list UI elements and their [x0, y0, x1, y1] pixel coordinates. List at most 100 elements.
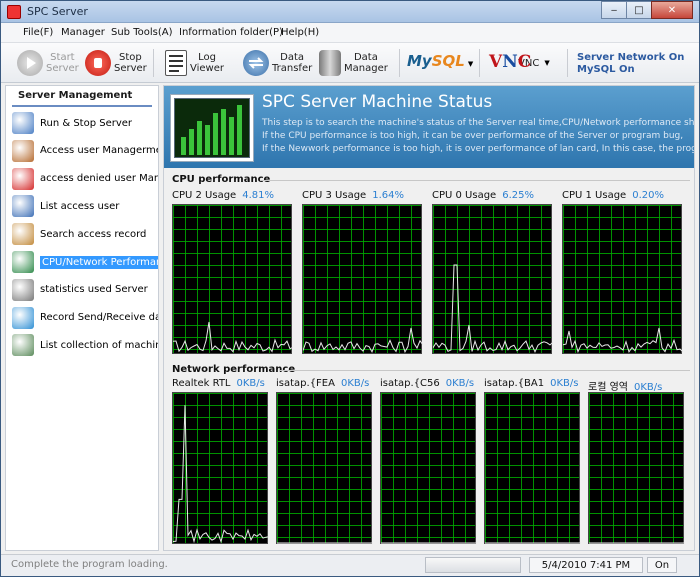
cpu-graph-value: 0.20% — [632, 190, 664, 201]
cpu-graph-label: CPU 0 Usage 6.25% — [432, 190, 534, 201]
network-graph-value: 0KB/s — [445, 378, 475, 389]
log-viewer-icon — [165, 50, 187, 76]
network-graph-value: 0KB/s — [550, 378, 579, 389]
sidebar-item-statistics-used-server[interactable]: statistics used Server — [12, 278, 164, 301]
cpu-usage-graph — [172, 204, 293, 354]
network-graph-label: isatap.{FEA 0KB/s — [276, 378, 369, 389]
network-usage-graph — [484, 392, 581, 544]
banner-line-1: This step is to search the machine's sta… — [262, 118, 695, 128]
menu-help[interactable]: Help(H) — [281, 27, 319, 38]
sidebar-item-label: CPU/Network Performance — [40, 255, 158, 269]
cpu-performance-title: CPU performance — [172, 174, 271, 185]
sidebar-item-label: Access user Managerment — [40, 145, 158, 157]
sidebar-item-cpu-network-performance[interactable]: CPU/Network Performance — [12, 251, 164, 273]
globe-icon — [12, 306, 34, 329]
status-bar: Complete the program loading. 5/4/2010 7… — [1, 554, 699, 576]
network-graph-label: 로컬 영역 0KB/s — [588, 378, 662, 393]
users-icon — [12, 139, 34, 162]
chevron-down-icon: ▼ — [467, 60, 474, 68]
sidebar-title: Server Management — [12, 86, 152, 107]
server-network-status: Server Network On — [577, 52, 685, 63]
section-divider — [280, 370, 690, 371]
network-graph-name: Realtek RTL — [172, 378, 231, 389]
toolbar-separator — [567, 49, 568, 77]
mysql-status: MySQL On — [577, 64, 635, 75]
vnc-logo-icon: VNC — [489, 52, 531, 72]
cpu-usage-graph — [432, 204, 553, 354]
minimize-button[interactable]: ‒ — [601, 1, 627, 19]
network-graph-value: 0KB/s — [340, 378, 370, 389]
data-transfer-label: Data Transfer — [272, 52, 313, 74]
search-record-icon — [12, 223, 34, 246]
status-state: On — [647, 557, 677, 573]
log-viewer-button[interactable]: Log Viewer — [165, 47, 224, 79]
stop-server-button[interactable]: Stop Server — [85, 47, 147, 79]
network-graph-label: isatap.{C56 0KB/s — [380, 378, 474, 389]
sidebar-item-label: List access user — [40, 200, 120, 212]
statistics-icon — [12, 278, 34, 301]
cpu-graph-label: CPU 1 Usage 0.20% — [562, 190, 664, 201]
cpu-graph-value: 4.81% — [242, 190, 274, 201]
performance-thumbnail-icon — [170, 94, 254, 162]
sidebar-item-run-stop-server[interactable]: Run & Stop Server — [12, 112, 164, 134]
cpu-graph-name: CPU 2 Usage — [172, 190, 237, 201]
cpu-graph-label: CPU 2 Usage 4.81% — [172, 190, 274, 201]
cpu-usage-trace — [433, 264, 553, 354]
data-transfer-button[interactable]: Data Transfer — [243, 47, 312, 79]
chevron-down-icon: ▼ — [544, 59, 550, 67]
server-management-panel: Server Management Run & Stop Server Acces… — [5, 85, 159, 551]
network-usage-trace — [173, 405, 269, 544]
cpu-graph-value: 1.64% — [372, 190, 404, 201]
sidebar-item-label: access denied user Managem — [40, 173, 158, 185]
cpu-graph-label: CPU 3 Usage 1.64% — [302, 190, 404, 201]
data-manager-label: Data Manager — [344, 52, 388, 74]
cpu-usage-trace — [173, 321, 293, 353]
menu-file[interactable]: File(F) — [23, 27, 53, 38]
network-usage-graph — [588, 392, 685, 544]
start-server-button[interactable]: Start Server — [17, 47, 79, 79]
cpu-usage-graph — [302, 204, 423, 354]
play-icon — [17, 50, 43, 76]
window-title: SPC Server — [27, 5, 88, 18]
progress-bar — [425, 557, 521, 573]
cpu-graph-name: CPU 0 Usage — [432, 190, 497, 201]
close-button[interactable]: ✕ — [651, 1, 693, 19]
main-window: SPC Server ‒ □ ✕ File(F) Manager Sub Too… — [0, 0, 700, 577]
mysql-logo-button[interactable]: MySQL ▼ — [407, 52, 473, 70]
sidebar-item-list-access-user[interactable]: List access user — [12, 195, 164, 218]
start-server-label: Start Server — [46, 52, 79, 74]
banner-title: SPC Server Machine Status — [262, 92, 493, 112]
log-viewer-label: Log Viewer — [190, 52, 224, 74]
sidebar-item-access-user-managerment[interactable]: Access user Managerment — [12, 139, 164, 162]
sidebar-item-label: List collection of machine da — [40, 339, 158, 351]
cpu-graph-name: CPU 3 Usage — [302, 190, 367, 201]
sidebar-item-label: statistics used Server — [40, 284, 148, 296]
network-graph-name: isatap.{C56 — [380, 378, 440, 389]
no-entry-icon — [12, 167, 34, 190]
sidebar-item-search-access-record[interactable]: Search access record — [12, 223, 164, 246]
server-status-text: Server Network On MySQL On — [577, 52, 684, 76]
sidebar-item-access-denied-user-managem[interactable]: access denied user Managem — [12, 167, 164, 190]
banner-line-2: If the CPU performance is too high, it c… — [262, 131, 684, 141]
performance-chart-icon — [12, 251, 34, 273]
menu-information-folder[interactable]: Information folder(P) — [179, 27, 283, 38]
sidebar-item-label: Record Send/Receive data — [40, 312, 158, 324]
network-graph-label: isatap.{BA1 0KB/s — [484, 378, 578, 389]
network-performance-title: Network performance — [172, 364, 296, 375]
sidebar-item-list-collection-of-machine-da[interactable]: List collection of machine da — [12, 334, 164, 357]
sidebar-item-record-send-receive-data[interactable]: Record Send/Receive data — [12, 306, 164, 329]
stop-hand-icon — [85, 50, 111, 76]
data-manager-button[interactable]: Data Manager — [319, 47, 388, 79]
maximize-button[interactable]: □ — [626, 1, 652, 19]
title-bar: SPC Server ‒ □ ✕ — [1, 1, 699, 23]
cpu-graph-value: 6.25% — [502, 190, 534, 201]
database-icon — [319, 50, 341, 76]
network-graph-label: Realtek RTL 0KB/s — [172, 378, 265, 389]
network-graph-value: 0KB/s — [236, 378, 265, 389]
cpu-usage-trace — [563, 327, 683, 354]
stop-server-label: Stop Server — [114, 52, 147, 74]
menu-sub-tools[interactable]: Sub Tools(A) — [111, 27, 173, 38]
menu-manager[interactable]: Manager — [61, 27, 105, 38]
machine-status-panel: SPC Server Machine Status This step is t… — [163, 85, 695, 551]
status-message: Complete the program loading. — [11, 559, 168, 570]
